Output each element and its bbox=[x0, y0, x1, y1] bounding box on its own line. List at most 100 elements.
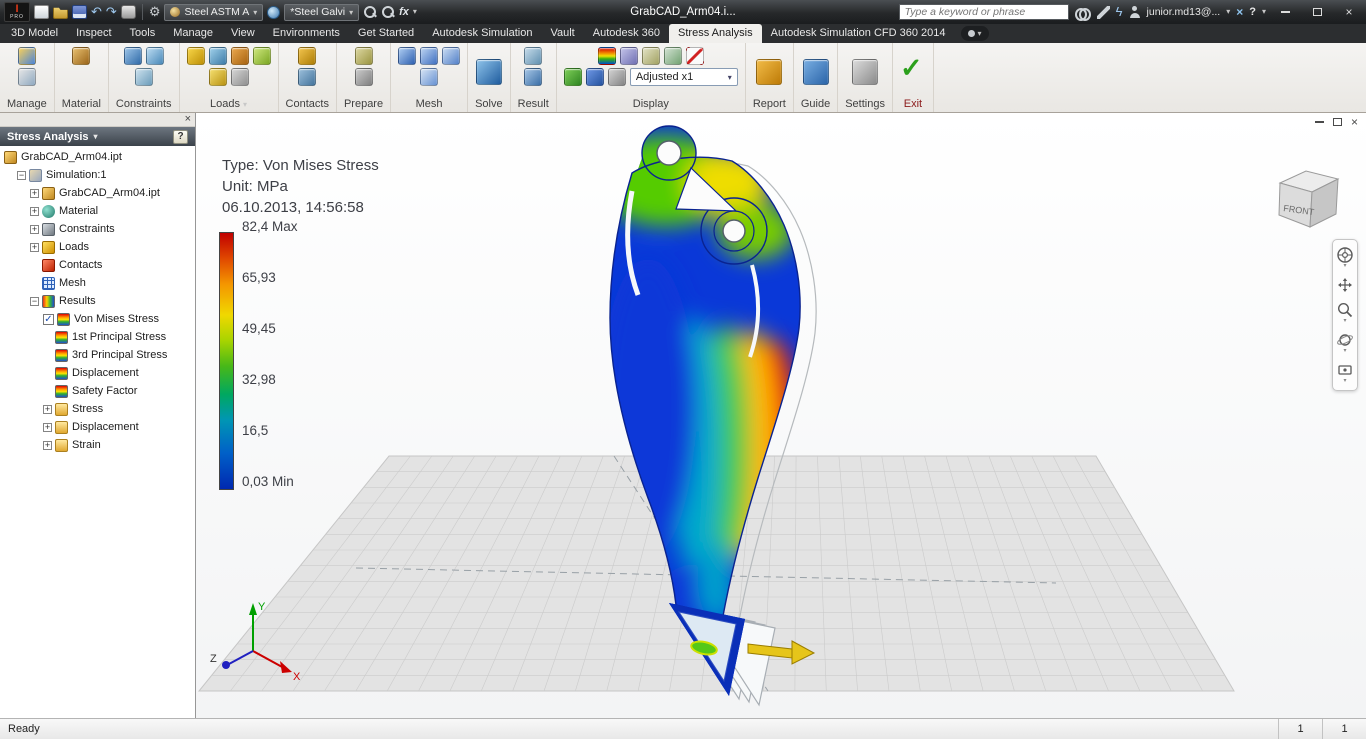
pin-constraint-icon[interactable] bbox=[145, 47, 164, 65]
close-button[interactable]: × bbox=[1336, 3, 1362, 21]
minimize-button[interactable] bbox=[1272, 3, 1298, 21]
lightning-icon[interactable]: ϟ bbox=[1116, 5, 1123, 19]
manual-contact-icon[interactable] bbox=[298, 68, 317, 86]
appearance-style-combo[interactable]: *Steel Galvi ▾ bbox=[284, 3, 360, 21]
tree-item-safety-factor[interactable]: Safety Factor bbox=[0, 382, 195, 400]
expand-toggle-icon[interactable]: + bbox=[43, 440, 52, 450]
tree-item-simulation-1[interactable]: − Simulation:1 bbox=[0, 166, 195, 184]
doc-restore-icon[interactable] bbox=[1332, 118, 1342, 126]
convergence-settings-icon[interactable] bbox=[420, 68, 439, 86]
tree-item-grabcad-arm04-ipt[interactable]: GrabCAD_Arm04.ipt bbox=[0, 148, 195, 166]
new-file-icon[interactable] bbox=[34, 5, 49, 19]
tree-item-loads[interactable]: + Loads bbox=[0, 238, 195, 256]
mesh-view-icon[interactable] bbox=[398, 47, 417, 65]
browser-close-icon[interactable]: × bbox=[185, 114, 191, 125]
open-icon[interactable] bbox=[53, 7, 68, 19]
expand-toggle-icon[interactable]: + bbox=[30, 188, 39, 198]
mesh-settings-icon[interactable] bbox=[420, 47, 439, 65]
tab-autodesk-simulation[interactable]: Autodesk Simulation bbox=[423, 24, 541, 43]
gear-icon[interactable]: ⚙ bbox=[149, 5, 161, 19]
probe-labels-icon[interactable] bbox=[619, 47, 638, 65]
appearance-swatch-icon[interactable] bbox=[267, 5, 281, 19]
tab-inspect[interactable]: Inspect bbox=[67, 24, 120, 43]
collapse-toggle-icon[interactable]: − bbox=[17, 170, 26, 180]
boundary-conditions-icon[interactable] bbox=[641, 47, 660, 65]
doc-close-icon[interactable]: × bbox=[1351, 116, 1358, 128]
pan-icon[interactable] bbox=[1336, 276, 1354, 294]
stress-analysis-settings-icon[interactable] bbox=[852, 58, 879, 85]
help-icon[interactable]: ? bbox=[1249, 5, 1256, 19]
zoom-all-icon[interactable] bbox=[381, 5, 395, 19]
display-scale-combo[interactable]: Adjusted x1 ▾ bbox=[629, 68, 738, 86]
doc-minimize-icon[interactable] bbox=[1314, 121, 1324, 123]
assign-material-icon[interactable] bbox=[72, 47, 91, 65]
simulation-guide-icon[interactable] bbox=[802, 58, 829, 85]
color-bar-icon[interactable] bbox=[597, 47, 616, 65]
tree-item-results[interactable]: − Results bbox=[0, 292, 195, 310]
tree-item-strain[interactable]: + Strain bbox=[0, 436, 195, 454]
tree-item-material[interactable]: + Material bbox=[0, 202, 195, 220]
zoom-icon[interactable] bbox=[363, 5, 377, 19]
expand-toggle-icon[interactable]: + bbox=[30, 206, 39, 216]
tab-3d-model[interactable]: 3D Model bbox=[2, 24, 67, 43]
local-mesh-control-icon[interactable] bbox=[442, 47, 461, 65]
user-icon[interactable] bbox=[1129, 6, 1141, 18]
chevron-down-icon[interactable]: ▾ bbox=[1343, 318, 1346, 324]
create-simulation-icon[interactable] bbox=[17, 47, 36, 65]
force-load-icon[interactable] bbox=[186, 47, 205, 65]
panel-label-loads[interactable]: Loads ▾ bbox=[187, 96, 271, 112]
application-menu-button[interactable]: I PRO bbox=[4, 2, 30, 22]
user-name[interactable]: junior.md13@... bbox=[1147, 5, 1221, 19]
moment-load-icon[interactable] bbox=[252, 47, 271, 65]
expand-toggle-icon[interactable]: + bbox=[30, 224, 39, 234]
tree-item-mesh[interactable]: Mesh bbox=[0, 274, 195, 292]
chevron-down-icon[interactable]: ▾ bbox=[1343, 263, 1346, 269]
chevron-down-icon[interactable]: ▾ bbox=[1343, 348, 1346, 354]
full-navigation-wheel-icon[interactable]: ▾ bbox=[1336, 246, 1354, 269]
fixed-constraint-icon[interactable] bbox=[123, 47, 142, 65]
tree-item-displacement[interactable]: + Displacement bbox=[0, 418, 195, 436]
tree-item-grabcad-arm04-ipt[interactable]: + GrabCAD_Arm04.ipt bbox=[0, 184, 195, 202]
visibility-checkbox[interactable]: ✓ bbox=[43, 313, 54, 325]
qat-customize-icon[interactable]: ▾ bbox=[413, 5, 417, 19]
tab-stress-analysis[interactable]: Stress Analysis bbox=[669, 24, 762, 43]
max-min-values-icon[interactable] bbox=[663, 47, 682, 65]
viewport[interactable]: Y X Z Type: Von Mises Stress Unit: MPa 0… bbox=[196, 113, 1366, 718]
help-menu-caret-icon[interactable]: ▾ bbox=[1262, 5, 1266, 19]
tree-item-1st-principal-stress[interactable]: 1st Principal Stress bbox=[0, 328, 195, 346]
expand-toggle-icon[interactable]: + bbox=[30, 242, 39, 252]
search-input[interactable] bbox=[898, 4, 1069, 20]
tab-vault[interactable]: Vault bbox=[541, 24, 583, 43]
frictionless-constraint-icon[interactable] bbox=[134, 68, 153, 86]
zoom-icon[interactable]: ▾ bbox=[1336, 301, 1354, 324]
orbit-icon[interactable]: ▾ bbox=[1336, 331, 1354, 354]
tab-environments[interactable]: Environments bbox=[264, 24, 349, 43]
view-cube[interactable]: FRONT bbox=[1272, 159, 1352, 239]
wrench-icon[interactable] bbox=[1096, 5, 1110, 19]
report-icon[interactable] bbox=[756, 58, 783, 85]
tree-item-contacts[interactable]: Contacts bbox=[0, 256, 195, 274]
shaded-display-icon[interactable] bbox=[563, 68, 582, 86]
expand-toggle-icon[interactable]: + bbox=[43, 422, 52, 432]
finish-stress-analysis-icon[interactable] bbox=[900, 53, 926, 85]
no-symbols-icon[interactable] bbox=[685, 47, 704, 65]
simulate-icon[interactable] bbox=[475, 58, 502, 85]
tab-view[interactable]: View bbox=[222, 24, 264, 43]
search-binoculars-icon[interactable] bbox=[1074, 7, 1091, 21]
save-icon[interactable] bbox=[72, 5, 87, 19]
tab-autodesk-simulation-cfd-360-2014[interactable]: Autodesk Simulation CFD 360 2014 bbox=[762, 24, 955, 43]
undo-icon[interactable]: ↶ bbox=[91, 5, 102, 19]
maximize-button[interactable] bbox=[1304, 3, 1330, 21]
adjusted-displacement-icon[interactable] bbox=[607, 68, 626, 86]
bearing-load-icon[interactable] bbox=[230, 47, 249, 65]
gravity-load-icon[interactable] bbox=[208, 68, 227, 86]
tab-get-started[interactable]: Get Started bbox=[349, 24, 423, 43]
tab-autodesk-360[interactable]: Autodesk 360 bbox=[584, 24, 669, 43]
sign-out-icon[interactable]: × bbox=[1236, 5, 1243, 19]
print-icon[interactable] bbox=[120, 5, 136, 19]
tree-item-stress[interactable]: + Stress bbox=[0, 400, 195, 418]
wireframe-display-icon[interactable] bbox=[585, 68, 604, 86]
browser-header[interactable]: Stress Analysis ▾ ? bbox=[0, 127, 195, 146]
tree-item-3rd-principal-stress[interactable]: 3rd Principal Stress bbox=[0, 346, 195, 364]
automatic-contacts-icon[interactable] bbox=[298, 47, 317, 65]
